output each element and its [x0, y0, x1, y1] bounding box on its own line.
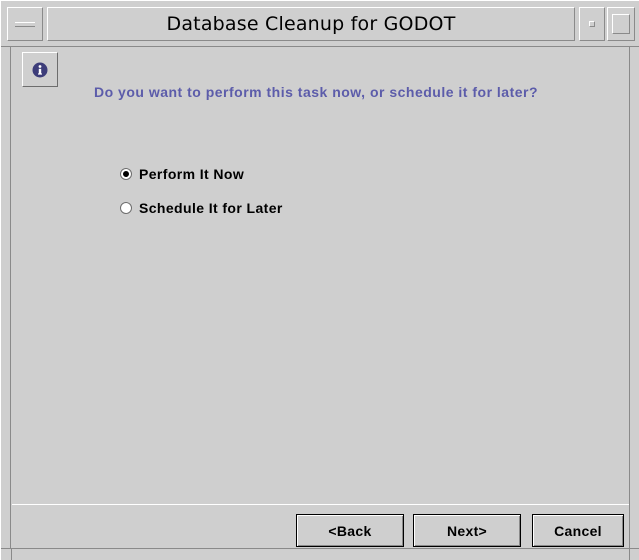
window-frame-bottom[interactable]	[1, 548, 639, 560]
option-schedule-later[interactable]: Schedule It for Later	[120, 198, 283, 218]
title-bar[interactable]: Database Cleanup for GODOT	[1, 1, 639, 47]
dialog-window: Database Cleanup for GODOT Do you want t…	[0, 0, 639, 560]
option-perform-now-label[interactable]: Perform It Now	[139, 166, 244, 182]
window-title: Database Cleanup for GODOT	[166, 13, 456, 35]
radio-perform-now[interactable]	[120, 168, 132, 180]
back-button[interactable]: <Back	[296, 514, 404, 547]
option-schedule-later-label[interactable]: Schedule It for Later	[139, 200, 283, 216]
button-bar: <Back Next> Cancel	[12, 504, 629, 549]
next-button[interactable]: Next>	[413, 514, 521, 547]
radio-schedule-later[interactable]	[120, 202, 132, 214]
maximize-icon	[612, 14, 630, 34]
window-frame-right[interactable]	[629, 47, 639, 549]
maximize-button[interactable]	[607, 7, 635, 41]
cancel-button[interactable]: Cancel	[532, 514, 624, 547]
minimize-icon	[589, 21, 595, 27]
title-area[interactable]: Database Cleanup for GODOT	[47, 7, 575, 41]
option-perform-now[interactable]: Perform It Now	[120, 164, 244, 184]
window-menu-button[interactable]	[7, 7, 43, 41]
window-frame-left[interactable]	[1, 47, 11, 549]
window-menu-icon	[15, 21, 35, 27]
question-text: Do you want to perform this task now, or…	[94, 84, 539, 100]
dialog-content: Do you want to perform this task now, or…	[12, 48, 629, 503]
info-icon	[22, 52, 58, 87]
minimize-button[interactable]	[579, 7, 605, 41]
